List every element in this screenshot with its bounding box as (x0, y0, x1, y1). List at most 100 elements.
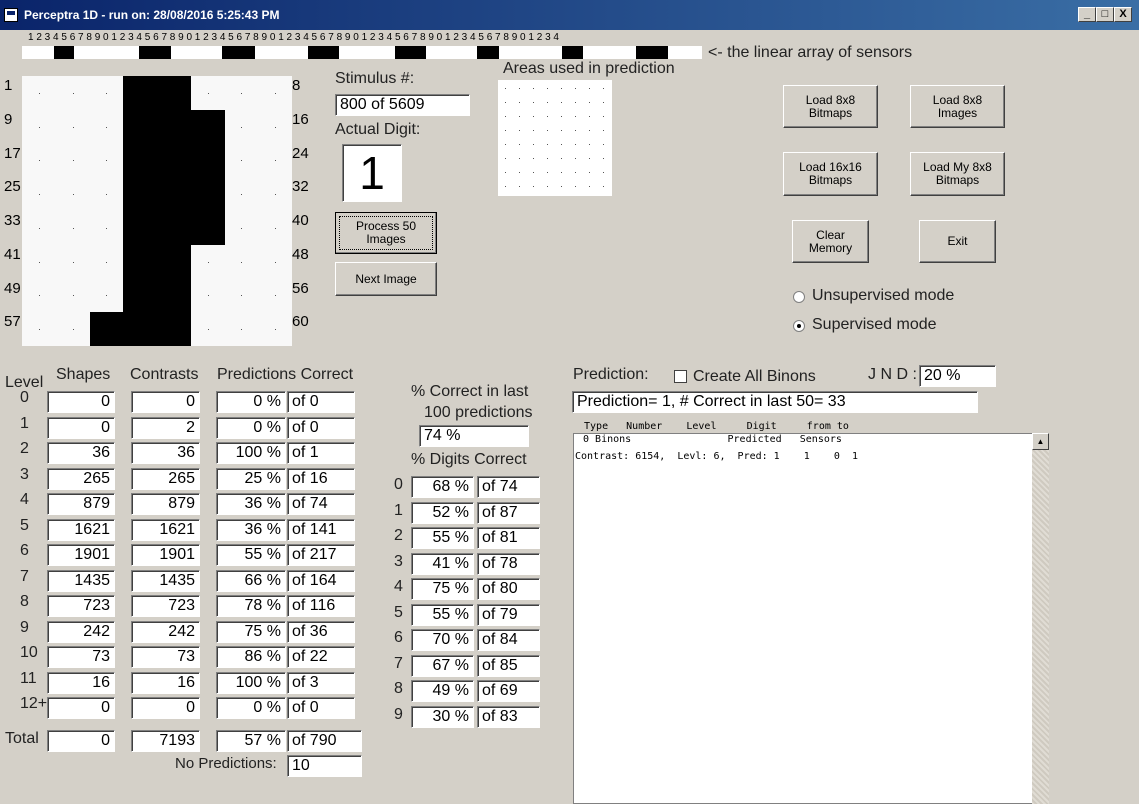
digit-of-field: of 74 (477, 476, 540, 498)
title-bar: Perceptra 1D - run on: 28/08/2016 5:25:4… (0, 0, 1139, 30)
row-end-label: 56 (292, 279, 309, 297)
list-item[interactable]: Contrast: 6154, Levl: 6, Pred: 1 1 0 1 (575, 451, 858, 462)
contrasts-field: 73 (131, 646, 200, 668)
shapes-field: 0 (47, 416, 115, 439)
prediction-pct-field: 100 % (216, 671, 286, 694)
supervised-radio[interactable] (793, 320, 805, 332)
area-dot (533, 172, 534, 173)
level-label: 7 (20, 567, 29, 585)
image-pixel-off (241, 194, 243, 196)
prediction-pct-field: 36 % (216, 518, 286, 541)
image-pixel-off (106, 261, 108, 263)
image-pixel-off (38, 160, 40, 162)
area-dot (505, 102, 506, 103)
image-pixel-off (241, 92, 243, 94)
image-pixel-off (275, 261, 277, 263)
maximize-button[interactable]: □ (1096, 7, 1114, 22)
image-pixel-on (157, 244, 191, 279)
load-8x8-images-button[interactable]: Load 8x8 Images (910, 85, 1005, 128)
area-dot (575, 186, 576, 187)
load-my-8x8-bitmaps-button[interactable]: Load My 8x8 Bitmaps (910, 152, 1005, 196)
areas-grid (498, 80, 612, 196)
area-dot (603, 130, 604, 131)
shapes-field: 16 (47, 671, 115, 694)
image-pixel-off (241, 160, 243, 162)
sensor-active (562, 46, 583, 59)
image-pixel-off (275, 227, 277, 229)
area-dot (533, 186, 534, 187)
digit-pct-field: 70 % (411, 629, 474, 651)
image-pixel-on (123, 177, 158, 212)
prediction-of-field: of 74 (287, 493, 355, 515)
unsupervised-radio[interactable] (793, 291, 805, 303)
load-16x16-bitmaps-button[interactable]: Load 16x16 Bitmaps (783, 152, 878, 196)
area-dot (603, 172, 604, 173)
digit-of-field: of 83 (477, 705, 540, 728)
area-dot (519, 186, 520, 187)
digit-pct-field: 41 % (411, 552, 474, 575)
image-pixel-off (241, 295, 243, 297)
image-pixel-off (275, 160, 277, 162)
level-label: 3 (20, 465, 29, 483)
image-pixel-off (72, 92, 74, 94)
prediction-pct-field: 100 % (216, 442, 286, 464)
digit-pct-field: 68 % (411, 476, 474, 498)
process-images-button[interactable]: Process 50 Images (335, 212, 437, 254)
shapes-field: 0 (47, 391, 115, 413)
image-pixel-off (38, 92, 40, 94)
exit-button[interactable]: Exit (919, 220, 996, 263)
minimize-button[interactable]: _ (1078, 7, 1096, 22)
clear-memory-button[interactable]: Clear Memory (792, 220, 869, 263)
area-dot (547, 116, 548, 117)
stimulus-label: Stimulus #: (335, 70, 415, 87)
area-dot (561, 130, 562, 131)
stimulus-field[interactable]: 800 of 5609 (335, 94, 470, 116)
sensor-array (22, 46, 702, 59)
prediction-of-field: of 16 (287, 467, 355, 490)
area-dot (561, 186, 562, 187)
prediction-of-field: of 0 (287, 391, 355, 413)
area-dot (603, 186, 604, 187)
create-all-binons-checkbox[interactable] (674, 370, 687, 383)
digit-image-grid (22, 76, 292, 347)
prediction-pct-field: 75 % (216, 620, 286, 643)
row-end-label: 32 (292, 178, 309, 196)
area-dot (589, 144, 590, 145)
row-start-label: 33 (4, 212, 21, 229)
shapes-field: 36 (47, 442, 115, 464)
close-button[interactable]: X (1114, 7, 1132, 22)
prediction-of-field: of 116 (287, 595, 355, 617)
area-dot (589, 102, 590, 103)
sensor-active (395, 46, 426, 59)
area-dot (561, 102, 562, 103)
total-label: Total (5, 730, 39, 747)
area-dot (589, 158, 590, 159)
list-scrollbar[interactable] (1032, 433, 1049, 804)
jnd-field[interactable]: 20 % (919, 365, 996, 387)
load-8x8-bitmaps-button[interactable]: Load 8x8 Bitmaps (783, 85, 878, 128)
prediction-pct-field: 0 % (216, 416, 286, 439)
prediction-of-field: of 0 (287, 416, 355, 439)
areas-label: Areas used in prediction (503, 60, 675, 77)
area-dot (575, 144, 576, 145)
image-pixel-off (207, 329, 209, 331)
area-dot (505, 144, 506, 145)
level-label: 5 (20, 516, 29, 534)
level-label: 8 (20, 593, 29, 610)
area-dot (505, 130, 506, 131)
row-start-label: 1 (4, 77, 13, 94)
next-image-button[interactable]: Next Image (335, 262, 437, 296)
scroll-up-icon[interactable]: ▲ (1032, 433, 1049, 450)
row-start-label: 25 (4, 178, 21, 196)
digit-of-field: of 84 (477, 629, 540, 651)
digit-label: 1 (394, 501, 403, 519)
contrasts-field: 0 (131, 697, 200, 719)
image-pixel-off (72, 194, 74, 196)
area-dot (519, 88, 520, 89)
digit-pct-field: 55 % (411, 603, 474, 626)
prediction-of-field: of 164 (287, 569, 355, 592)
area-dot (589, 172, 590, 173)
binons-list[interactable]: 0 Binons Predicted Sensors Contrast: 615… (573, 433, 1049, 804)
shapes-field: 0 (47, 697, 115, 719)
row-end-label: 16 (292, 110, 309, 128)
